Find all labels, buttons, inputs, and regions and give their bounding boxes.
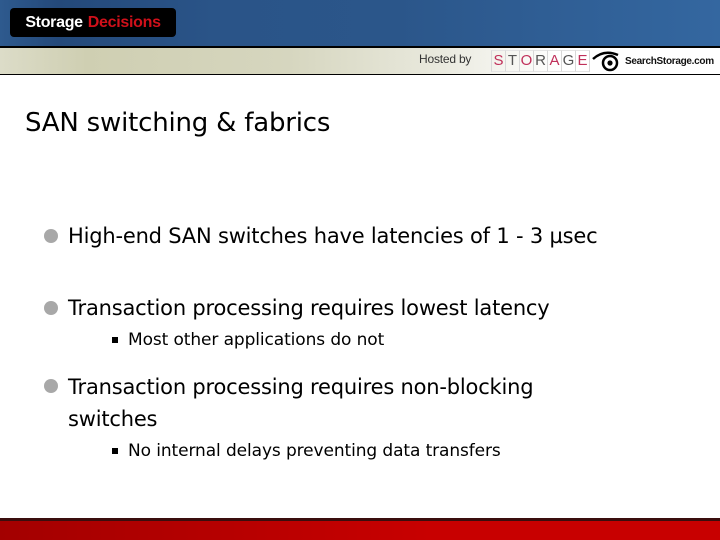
bullet-item: High-end SAN switches have latencies of … bbox=[44, 221, 664, 251]
slide-title: SAN switching & fabrics bbox=[25, 108, 331, 138]
sub-bullet-item: Most other applications do not bbox=[112, 329, 384, 351]
logo-word-storage: Storage bbox=[25, 13, 83, 31]
hosted-by-label: Hosted by bbox=[419, 52, 472, 66]
sub-bullet-text: Most other applications do not bbox=[128, 330, 385, 350]
searchstorage-label: SearchStorage.com bbox=[625, 55, 714, 67]
bullet-square-icon bbox=[112, 337, 118, 343]
sub-bullet-text: No internal delays preventing data trans… bbox=[128, 441, 501, 461]
bullet-text: High-end SAN switches have latencies of … bbox=[68, 224, 598, 248]
storage-magazine-logo: S T O R A G E bbox=[491, 50, 590, 72]
top-banner: Storage Decisions bbox=[0, 0, 720, 46]
eye-icon bbox=[592, 51, 619, 72]
bullet-item: Transaction processing requires non-bloc… bbox=[44, 371, 664, 435]
bullet-text: Transaction processing requires lowest l… bbox=[68, 296, 550, 320]
storage-logo-letter: A bbox=[548, 50, 562, 72]
searchstorage-logo: SearchStorage.com bbox=[592, 49, 714, 73]
storage-logo-letter: S bbox=[491, 50, 506, 72]
storage-logo-letter: G bbox=[562, 50, 576, 72]
sub-bullet-item: No internal delays preventing data trans… bbox=[112, 440, 501, 462]
logo-word-decisions: Decisions bbox=[87, 13, 161, 31]
bullet-text: Transaction processing requires non-bloc… bbox=[68, 375, 534, 431]
bullet-dot-icon bbox=[44, 379, 58, 393]
bullet-square-icon bbox=[112, 448, 118, 454]
storage-logo-letter: E bbox=[576, 50, 590, 72]
storage-decisions-logo: Storage Decisions bbox=[10, 8, 176, 37]
bullet-item: Transaction processing requires lowest l… bbox=[44, 293, 664, 323]
storage-logo-letter: T bbox=[506, 50, 520, 72]
footer-banner bbox=[0, 521, 720, 540]
storage-logo-letter: R bbox=[534, 50, 548, 72]
bullet-dot-icon bbox=[44, 301, 58, 315]
header-divider-bottom bbox=[0, 74, 720, 75]
storage-logo-letter: O bbox=[520, 50, 534, 72]
bullet-dot-icon bbox=[44, 229, 58, 243]
